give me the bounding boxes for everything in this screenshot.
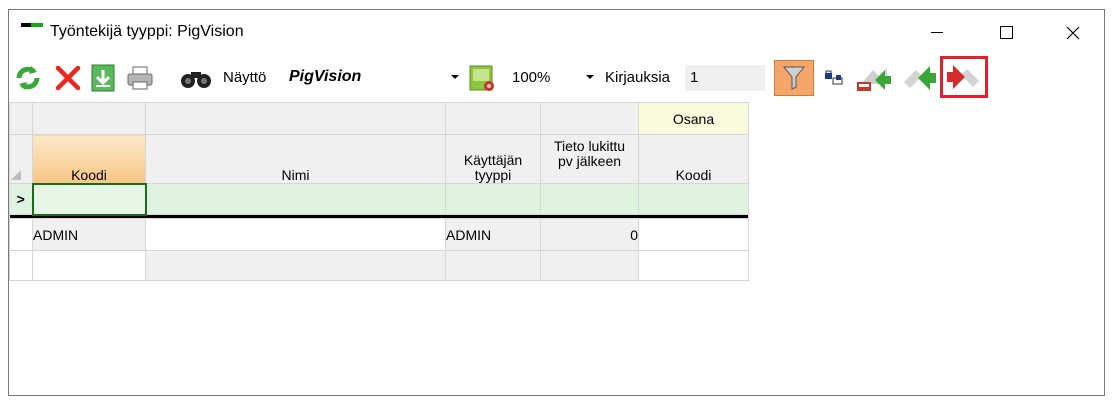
group-header-row: Osana	[9, 102, 749, 135]
close-button[interactable]	[1050, 10, 1096, 56]
cell-new-koodi[interactable]	[31, 182, 147, 216]
app-window: Työntekijä tyyppi: PigVision Näyttö PigV…	[8, 9, 1105, 396]
view-select[interactable]: PigVision	[283, 65, 463, 91]
cell-new-osana-koodi[interactable]	[638, 183, 749, 215]
filter-icon	[782, 66, 806, 90]
window-title: Työntekijä tyyppi: PigVision	[50, 23, 244, 40]
maximize-button[interactable]	[983, 10, 1029, 56]
chevron-down-icon	[586, 75, 594, 79]
lock-icon	[825, 70, 843, 85]
column-header-koodi[interactable]: Koodi	[32, 134, 146, 184]
refresh-button[interactable]	[12, 62, 44, 94]
app-icon	[21, 23, 45, 30]
entries-label: Kirjauksia	[605, 69, 671, 86]
cell-tyyppi[interactable]: ADMIN	[445, 218, 541, 251]
export-button[interactable]	[854, 62, 894, 94]
minimize-icon	[931, 31, 943, 33]
settings-icon	[469, 65, 494, 91]
column-header-tyyppi[interactable]: Käyttäjän tyyppi	[445, 134, 541, 184]
cell-koodi[interactable]: ADMIN	[32, 218, 146, 251]
close-icon	[1066, 26, 1080, 40]
filter-button[interactable]	[774, 60, 814, 96]
table-row[interactable]: ADMIN ADMIN 0	[9, 218, 749, 251]
column-header-osana-koodi[interactable]: Koodi	[638, 134, 749, 184]
save-icon	[91, 64, 115, 92]
column-header-row: Koodi Nimi Käyttäjän tyyppi Tieto lukittu…	[9, 134, 749, 184]
back-button[interactable]	[940, 56, 988, 98]
row-indicator: >	[9, 183, 33, 215]
export-icon	[857, 68, 891, 91]
print-icon	[127, 66, 153, 90]
print-button[interactable]	[123, 62, 157, 94]
search-button[interactable]	[177, 62, 215, 94]
cell-new-lukittu[interactable]	[540, 183, 639, 215]
refresh-icon	[16, 66, 40, 90]
cell-osana-koodi[interactable]	[638, 218, 749, 251]
zoom-select[interactable]: 100%	[506, 65, 598, 91]
back-icon	[947, 65, 979, 89]
column-header-nimi[interactable]: Nimi	[145, 134, 446, 184]
new-row: >	[9, 182, 749, 216]
view-settings-button[interactable]	[465, 62, 499, 94]
cell-nimi[interactable]	[145, 218, 446, 251]
maximize-icon	[999, 25, 1013, 39]
toolbar: Näyttö PigVision 100% Kirjauksia 1	[9, 56, 1104, 101]
delete-button[interactable]	[53, 62, 83, 94]
save-button[interactable]	[88, 62, 118, 94]
row-header[interactable]	[9, 218, 33, 251]
lock-button[interactable]	[819, 62, 849, 94]
view-label: Näyttö	[223, 69, 267, 86]
column-header-lukittu[interactable]: Tieto lukittu pv jälkeen	[540, 134, 639, 184]
cell-lukittu[interactable]: 0	[540, 218, 639, 251]
forward-icon	[904, 66, 936, 90]
forward-button[interactable]	[899, 62, 939, 94]
cell-new-tyyppi[interactable]	[445, 183, 541, 215]
table-row-empty[interactable]	[9, 250, 749, 281]
binoculars-icon	[181, 72, 211, 88]
cell-new-nimi[interactable]	[145, 183, 446, 215]
chevron-down-icon	[451, 75, 459, 79]
title-bar: Työntekijä tyyppi: PigVision	[9, 10, 1104, 56]
delete-icon	[55, 65, 81, 91]
group-header-osana: Osana	[638, 102, 749, 135]
view-select-value: PigVision	[289, 68, 362, 85]
sort-corner-glyph	[11, 170, 21, 180]
entries-count-field: 1	[685, 65, 765, 91]
minimize-button[interactable]	[914, 10, 960, 56]
entries-count: 1	[690, 69, 699, 86]
zoom-value: 100%	[512, 69, 551, 86]
